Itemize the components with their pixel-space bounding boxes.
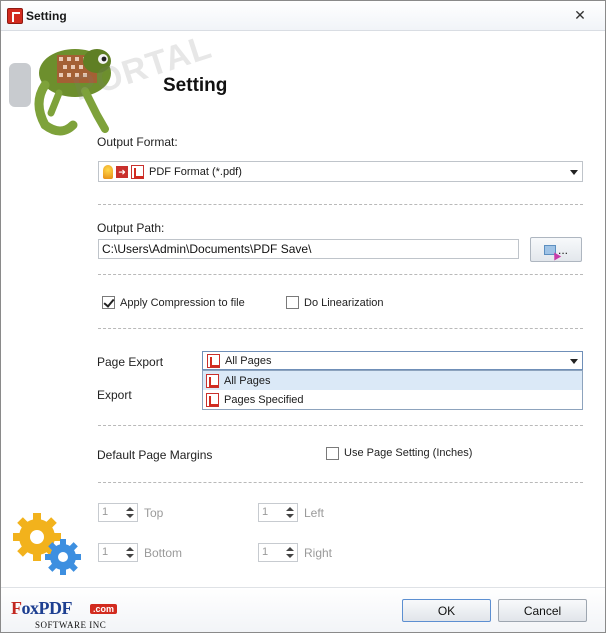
chevron-down-icon[interactable] xyxy=(570,169,578,175)
use-page-setting-label: Use Page Setting (Inches) xyxy=(344,447,473,459)
use-page-setting-checkbox[interactable] xyxy=(326,447,339,460)
top-margin-value: 1 xyxy=(102,506,109,518)
bottom-margin-label: Bottom xyxy=(144,546,183,560)
divider xyxy=(98,274,583,275)
page-export-value: All Pages xyxy=(225,354,272,367)
foxpdf-logo: FoxPDF xyxy=(11,598,72,618)
output-format-select[interactable]: ➜ PDF Format (*.pdf) xyxy=(98,161,583,182)
option-label: Pages Specified xyxy=(224,393,304,406)
left-margin-stepper[interactable]: 1 xyxy=(258,503,298,522)
title-bar: Setting ✕ xyxy=(1,1,605,31)
page-export-dropdown-list: All Pages Pages Specified xyxy=(202,370,583,410)
pdf-icon xyxy=(131,164,144,179)
output-path-label: Output Path: xyxy=(97,221,165,235)
browse-folder-button[interactable]: ... xyxy=(530,237,582,262)
spin-up-icon[interactable] xyxy=(286,507,294,511)
pdf-icon xyxy=(206,392,219,407)
page-title: Setting xyxy=(163,75,228,96)
option-label: All Pages xyxy=(224,374,271,387)
brand-com-badge: .com xyxy=(90,604,118,614)
top-margin-stepper[interactable]: 1 xyxy=(98,503,138,522)
compression-checkbox[interactable] xyxy=(102,296,115,309)
cancel-button[interactable]: Cancel xyxy=(498,599,587,622)
ok-button[interactable]: OK xyxy=(402,599,491,622)
bulb-icon xyxy=(103,164,113,179)
bottom-margin-stepper[interactable]: 1 xyxy=(98,543,138,562)
page-margins-label: Default Page Margins xyxy=(97,448,213,462)
close-button[interactable]: ✕ xyxy=(563,5,597,25)
app-pdf-icon xyxy=(7,8,23,24)
spin-up-icon[interactable] xyxy=(286,547,294,551)
left-margin-value: 1 xyxy=(262,506,269,518)
spin-up-icon[interactable] xyxy=(126,507,134,511)
pdf-icon xyxy=(206,373,219,388)
folder-icon xyxy=(543,244,556,255)
divider xyxy=(98,482,583,483)
export-label: Export xyxy=(97,388,132,402)
output-format-label: Output Format: xyxy=(97,135,178,149)
pdf-icon xyxy=(207,353,220,368)
gears-icon xyxy=(13,513,81,575)
spin-down-icon[interactable] xyxy=(286,554,294,558)
dropdown-option-all-pages[interactable]: All Pages xyxy=(203,371,582,390)
dropdown-option-pages-specified[interactable]: Pages Specified xyxy=(203,390,582,409)
compression-label: Apply Compression to file xyxy=(120,297,245,309)
right-margin-value: 1 xyxy=(262,546,269,558)
brand-subtitle: SOFTWARE INC xyxy=(35,620,107,630)
chevron-down-icon[interactable] xyxy=(570,358,578,364)
linearization-checkbox[interactable] xyxy=(286,296,299,309)
divider xyxy=(98,425,583,426)
page-export-select[interactable]: All Pages xyxy=(202,351,583,370)
output-path-input[interactable]: C:\Users\Admin\Documents\PDF Save\ xyxy=(98,239,519,259)
output-format-value: PDF Format (*.pdf) xyxy=(149,165,242,178)
right-margin-stepper[interactable]: 1 xyxy=(258,543,298,562)
convert-arrow-icon: ➜ xyxy=(116,165,128,178)
page-export-label: Page Export xyxy=(97,355,164,369)
spin-down-icon[interactable] xyxy=(286,514,294,518)
linearization-label: Do Linearization xyxy=(304,297,384,309)
bottom-margin-value: 1 xyxy=(102,546,109,558)
divider xyxy=(98,328,583,329)
spin-down-icon[interactable] xyxy=(126,514,134,518)
setting-window: Setting ✕ PORTAL Setting Output Format: … xyxy=(0,0,606,633)
window-title: Setting xyxy=(26,9,67,23)
divider xyxy=(98,204,583,205)
spin-down-icon[interactable] xyxy=(126,554,134,558)
right-margin-label: Right xyxy=(304,546,333,560)
spin-up-icon[interactable] xyxy=(126,547,134,551)
left-margin-label: Left xyxy=(304,506,325,520)
top-margin-label: Top xyxy=(144,506,164,520)
